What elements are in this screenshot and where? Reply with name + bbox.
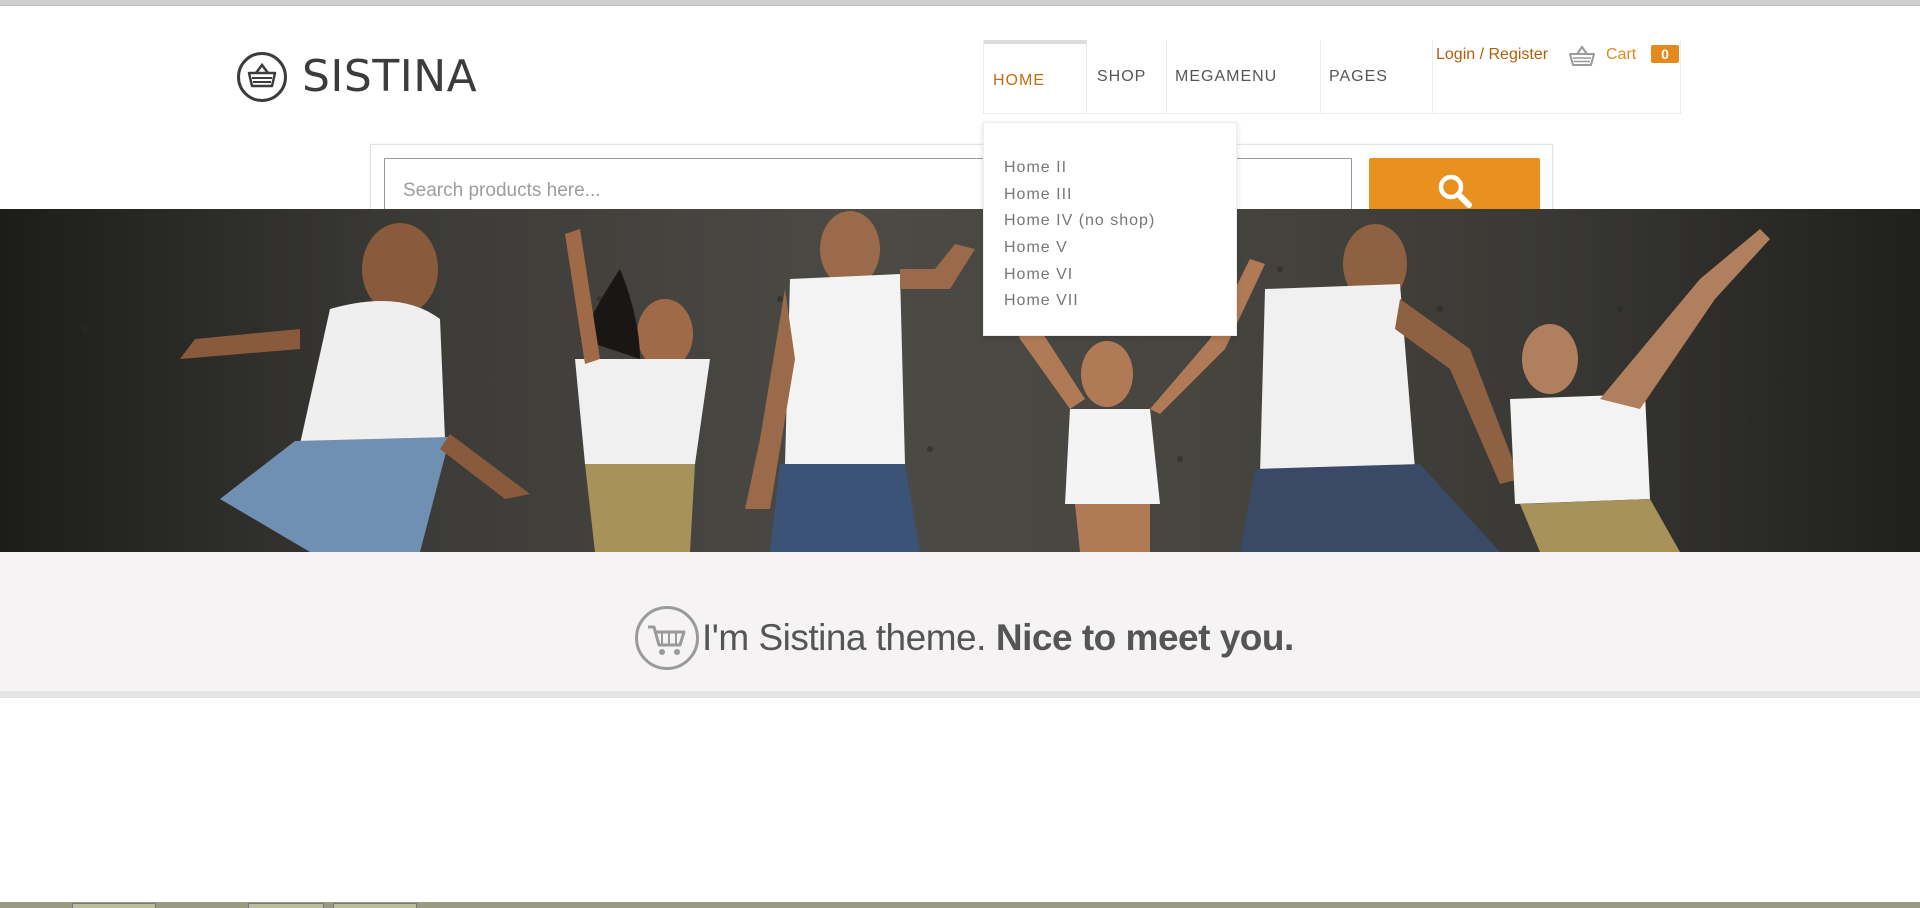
cart-count-badge[interactable]: 0	[1651, 45, 1679, 63]
nav-item-megamenu[interactable]: MEGAMENU	[1167, 40, 1321, 113]
dropdown-item-home-iii[interactable]: Home III	[1004, 182, 1236, 209]
brand-name: SISTINA	[302, 51, 478, 102]
welcome-strong-text: Nice to meet you.	[995, 617, 1294, 658]
taskbar-tab[interactable]	[248, 903, 324, 908]
basket-icon[interactable]	[1568, 44, 1596, 68]
site-logo[interactable]: SISTINA	[236, 50, 477, 104]
taskbar-tab[interactable]	[333, 903, 417, 908]
taskbar-tab[interactable]	[72, 903, 156, 908]
search-icon	[1438, 174, 1472, 208]
dropdown-item-home-vii[interactable]: Home VII	[1004, 288, 1236, 315]
jumping-dancers-photo	[82, 211, 1770, 552]
dropdown-item-home-vi[interactable]: Home VI	[1004, 262, 1236, 289]
login-register-link[interactable]: Login / Register	[1436, 46, 1548, 64]
home-dropdown-menu: Home II Home III Home IV (no shop) Home …	[983, 122, 1237, 336]
dropdown-item-home-v[interactable]: Home V	[1004, 235, 1236, 262]
hero-banner-image	[0, 209, 1920, 552]
browser-top-strip	[0, 0, 1920, 6]
cart-link[interactable]: Cart	[1606, 46, 1636, 64]
basket-circle-icon	[237, 52, 287, 102]
dropdown-item-home-iv[interactable]: Home IV (no shop)	[1004, 208, 1236, 235]
welcome-text: I'm Sistina theme.	[702, 617, 986, 658]
dropdown-item-home-ii[interactable]: Home II	[1004, 155, 1236, 182]
nav-item-shop[interactable]: SHOP	[1087, 40, 1167, 113]
welcome-message: I'm Sistina theme. Nice to meet you.	[634, 605, 1294, 671]
cart-circle-icon	[635, 606, 699, 670]
nav-item-pages[interactable]: PAGES	[1321, 40, 1433, 113]
nav-item-home[interactable]: HOME	[984, 40, 1087, 113]
